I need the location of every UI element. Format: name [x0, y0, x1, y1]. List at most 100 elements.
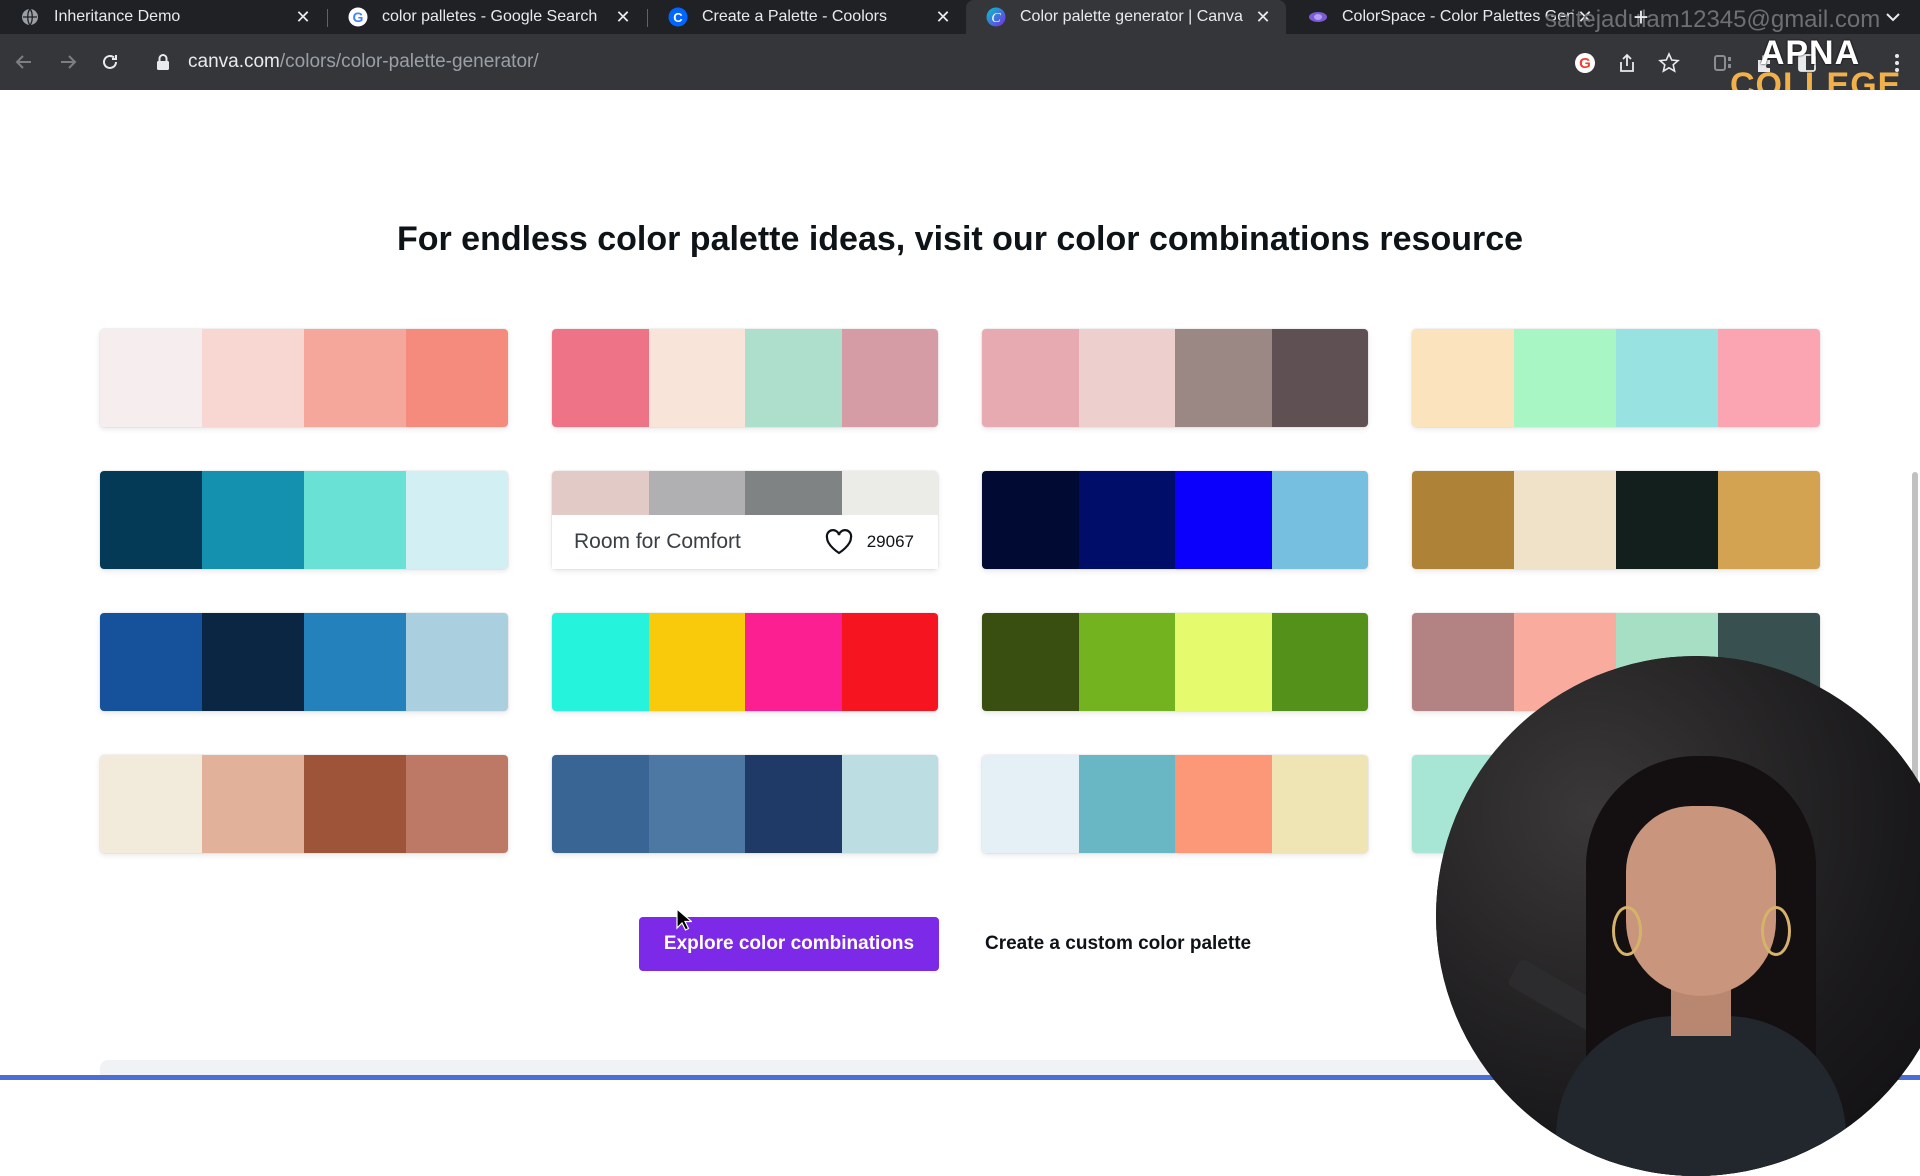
color-swatch[interactable] — [304, 755, 406, 853]
color-swatch[interactable] — [1271, 613, 1368, 711]
color-swatch[interactable] — [552, 471, 649, 515]
color-swatch[interactable] — [100, 755, 202, 853]
palette-card[interactable] — [552, 613, 938, 711]
earring — [1761, 906, 1791, 956]
color-swatch[interactable] — [406, 755, 508, 853]
color-swatch[interactable] — [552, 755, 649, 853]
color-swatch[interactable] — [1175, 471, 1272, 569]
palette-card[interactable] — [982, 329, 1368, 427]
palette-card[interactable] — [552, 755, 938, 853]
color-swatch[interactable] — [648, 613, 745, 711]
browser-tab-canva[interactable]: C Color palette generator | Canva ✕ — [966, 0, 1286, 34]
color-swatch[interactable] — [406, 613, 508, 711]
color-swatch[interactable] — [1271, 471, 1368, 569]
color-swatch[interactable] — [1616, 471, 1718, 569]
color-swatch[interactable] — [406, 329, 508, 427]
color-swatch[interactable] — [202, 613, 304, 711]
close-icon[interactable]: ✕ — [1252, 6, 1274, 28]
account-email: saitejadulam12345@gmail.com — [1545, 6, 1881, 33]
browser-tab-google-search[interactable]: G color palletes - Google Search ✕ — [328, 0, 646, 34]
color-swatch[interactable] — [982, 613, 1079, 711]
color-swatch[interactable] — [982, 755, 1079, 853]
browser-tab-inheritance-demo[interactable]: Inheritance Demo ✕ — [0, 0, 326, 34]
color-swatch[interactable] — [304, 613, 406, 711]
browser-tab-coolors[interactable]: C Create a Palette - Coolors ✕ — [648, 0, 966, 34]
color-swatch[interactable] — [1078, 755, 1175, 853]
color-swatch[interactable] — [1271, 755, 1368, 853]
palette-card[interactable] — [100, 471, 508, 569]
color-swatch[interactable] — [1616, 329, 1718, 427]
color-swatch[interactable] — [552, 329, 649, 427]
palette-card-hovered[interactable]: Room for Comfort 29067 — [552, 471, 938, 569]
address-bar[interactable]: canva.com/colors/color-palette-generator… — [142, 43, 1572, 81]
color-swatch[interactable] — [982, 329, 1079, 427]
color-swatch[interactable] — [1514, 471, 1616, 569]
palette-card[interactable] — [982, 755, 1368, 853]
palette-card[interactable] — [982, 613, 1368, 711]
google-icon: G — [348, 7, 368, 27]
color-swatch[interactable] — [841, 755, 938, 853]
bookmark-star-icon[interactable] — [1656, 50, 1682, 76]
color-swatch[interactable] — [1175, 329, 1272, 427]
color-swatch[interactable] — [202, 471, 304, 569]
color-swatch[interactable] — [304, 471, 406, 569]
color-swatch[interactable] — [648, 755, 745, 853]
presenter-face — [1626, 806, 1776, 996]
color-swatch[interactable] — [1412, 471, 1514, 569]
close-icon[interactable]: ✕ — [932, 6, 954, 28]
color-swatch[interactable] — [1078, 471, 1175, 569]
palette-card[interactable] — [1412, 329, 1820, 427]
heart-icon[interactable] — [825, 529, 853, 555]
palette-card[interactable] — [100, 613, 508, 711]
color-swatch[interactable] — [202, 755, 304, 853]
color-swatch[interactable] — [648, 471, 745, 515]
color-swatch[interactable] — [1718, 329, 1820, 427]
color-swatch[interactable] — [552, 613, 649, 711]
color-swatch[interactable] — [202, 329, 304, 427]
svg-text:C: C — [673, 10, 683, 25]
color-swatch[interactable] — [982, 471, 1079, 569]
palette-card[interactable] — [100, 329, 508, 427]
color-swatch[interactable] — [1175, 613, 1272, 711]
new-tab-button[interactable]: + — [1626, 2, 1656, 32]
color-swatch[interactable] — [406, 471, 508, 569]
color-swatch[interactable] — [745, 471, 842, 515]
color-swatch[interactable] — [745, 613, 842, 711]
color-swatch[interactable] — [1271, 329, 1368, 427]
color-swatch[interactable] — [745, 329, 842, 427]
reload-icon[interactable] — [96, 48, 124, 76]
back-arrow-icon[interactable] — [10, 48, 38, 76]
forward-arrow-icon[interactable] — [54, 48, 82, 76]
color-swatch[interactable] — [100, 471, 202, 569]
close-icon[interactable]: ✕ — [612, 6, 634, 28]
google-lens-icon[interactable]: G — [1572, 50, 1598, 76]
coolors-icon: C — [668, 7, 688, 27]
color-swatch[interactable] — [1175, 755, 1272, 853]
mouse-cursor-icon — [676, 908, 692, 931]
color-swatch[interactable] — [841, 471, 938, 515]
chevron-down-icon[interactable] — [1880, 4, 1906, 30]
tab-title: Inheritance Demo — [54, 8, 181, 25]
palette-card[interactable] — [1412, 471, 1820, 569]
palette-card[interactable] — [982, 471, 1368, 569]
color-swatch[interactable] — [745, 755, 842, 853]
color-swatch[interactable] — [1078, 613, 1175, 711]
color-swatch[interactable] — [100, 613, 202, 711]
color-swatch[interactable] — [1514, 329, 1616, 427]
palette-card[interactable] — [552, 329, 938, 427]
color-swatch[interactable] — [304, 329, 406, 427]
close-icon[interactable]: ✕ — [292, 6, 314, 28]
color-swatch[interactable] — [100, 329, 202, 427]
create-custom-palette-link[interactable]: Create a custom color palette — [985, 917, 1251, 971]
color-swatch[interactable] — [841, 613, 938, 711]
color-swatch[interactable] — [841, 329, 938, 427]
lock-icon[interactable] — [156, 53, 170, 71]
color-swatch[interactable] — [648, 329, 745, 427]
color-swatch[interactable] — [1412, 329, 1514, 427]
palette-card[interactable] — [100, 755, 508, 853]
color-swatch[interactable] — [1078, 329, 1175, 427]
palette-name: Room for Comfort — [574, 530, 741, 553]
color-swatch[interactable] — [1718, 471, 1820, 569]
share-icon[interactable] — [1614, 50, 1640, 76]
webcam-overlay — [1436, 656, 1920, 1176]
